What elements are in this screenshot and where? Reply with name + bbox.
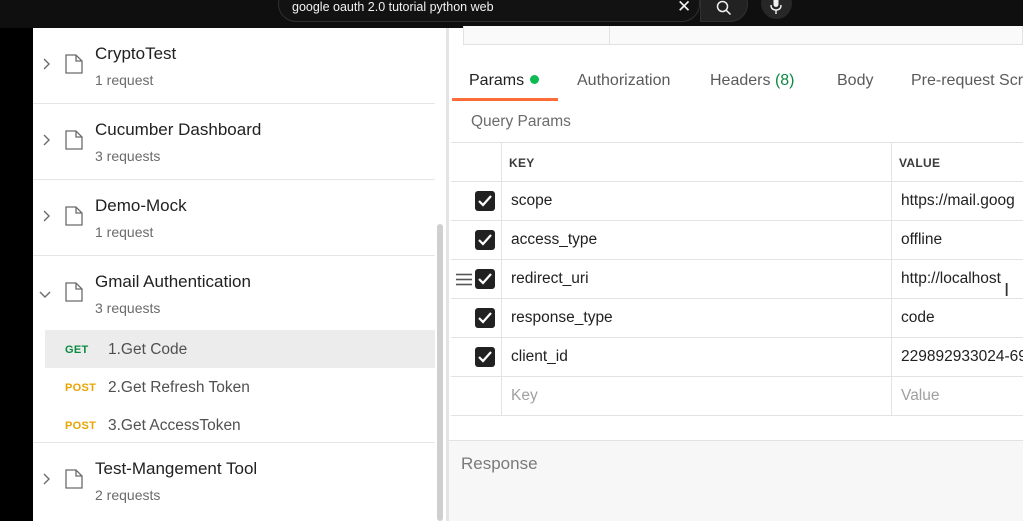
checkmark-icon [478,234,492,246]
active-tab-indicator [452,98,558,101]
request-item-get-access-token[interactable]: POST 3.Get AccessToken [45,406,435,444]
checkmark-icon [478,195,492,207]
collection-gmail-authentication[interactable]: Gmail Authentication 3 requests [33,256,435,332]
param-key[interactable]: client_id [511,348,568,366]
param-value[interactable]: 229892933024-69 [901,348,1023,366]
query-params-title: Query Params [471,113,571,130]
param-value[interactable]: https://mail.goog [901,192,1023,210]
response-title: Response [461,454,538,473]
chevron-right-icon[interactable] [41,58,51,70]
param-checkbox[interactable] [475,230,495,250]
search-query-text: google oauth 2.0 tutorial python web [292,0,494,14]
column-divider [891,143,892,416]
collection-icon [65,469,83,489]
column-key-header: KEY [509,156,535,170]
collection-count: 2 requests [95,487,161,503]
microphone-icon [770,0,782,14]
param-checkbox[interactable] [475,269,495,289]
chevron-right-icon[interactable] [41,473,51,485]
collection-cryptotest[interactable]: CryptoTest 1 request [33,28,435,104]
tab-headers[interactable]: Headers (8) [710,72,795,90]
collection-name: Test-Mangement Tool [95,459,258,478]
params-active-dot [530,75,540,84]
table-row: client_id 229892933024-69 [451,338,1023,377]
close-icon[interactable]: ✕ [677,0,691,15]
checkmark-icon [478,351,492,363]
collection-test-mangement-tool[interactable]: Test-Mangement Tool 2 requests [33,442,435,518]
collections-sidebar: CryptoTest 1 request Cucumber Dashboard … [33,28,446,521]
collection-name: Gmail Authentication [95,272,251,291]
query-params-table: KEY VALUE scope https://mail.goog access… [451,142,1023,416]
param-key[interactable]: redirect_uri [511,270,589,288]
collection-icon [65,54,83,74]
text-cursor-icon: I [1004,280,1010,301]
method-badge: POST [65,420,97,432]
param-checkbox[interactable] [475,191,495,211]
response-pane [449,441,1023,521]
search-button[interactable] [700,0,748,22]
search-input[interactable]: google oauth 2.0 tutorial python web ✕ [278,0,700,22]
request-item-get-refresh-token[interactable]: POST 2.Get Refresh Token [45,368,435,406]
request-name: 2.Get Refresh Token [108,379,250,396]
method-badge: POST [65,382,97,394]
checkmark-icon [478,312,492,324]
table-row: access_type offline [451,221,1023,260]
video-top-bar: google oauth 2.0 tutorial python web ✕ [0,0,1023,28]
table-row: redirect_uri http://localhost [451,260,1023,299]
collection-icon [65,130,83,150]
param-key[interactable]: scope [511,192,552,210]
collection-cucumber-dashboard[interactable]: Cucumber Dashboard 3 requests [33,104,435,180]
collection-name: CryptoTest [95,44,177,63]
collection-icon [65,206,83,226]
left-black-strip [0,28,33,521]
tab-pre-request-script[interactable]: Pre-request Scri [911,72,1023,90]
sidebar-scrollbar[interactable] [437,224,443,521]
param-checkbox[interactable] [475,308,495,328]
voice-search-button[interactable] [761,0,792,19]
table-row: response_type code [451,299,1023,338]
table-row-empty: Key Value [451,377,1023,416]
param-checkbox[interactable] [475,347,495,367]
collection-name: Cucumber Dashboard [95,120,262,139]
search-icon [716,0,732,16]
chevron-down-icon[interactable] [39,289,51,299]
tab-params-label: Params [469,72,525,89]
collection-count: 1 request [95,72,154,88]
column-value-header: VALUE [899,156,941,170]
collection-count: 3 requests [95,148,161,164]
new-value-input[interactable]: Value [901,387,1023,405]
method-badge: GET [65,344,89,356]
tab-authorization[interactable]: Authorization [577,72,670,90]
method-separator [609,26,610,44]
param-value[interactable]: offline [901,231,1023,249]
collection-demo-mock[interactable]: Demo-Mock 1 request [33,180,435,256]
checkmark-icon [478,273,492,285]
chevron-right-icon[interactable] [41,134,51,146]
request-item-get-code[interactable]: GET 1.Get Code [45,330,435,368]
request-name: 3.Get AccessToken [108,417,241,434]
param-key[interactable]: response_type [511,309,613,327]
url-input[interactable] [463,26,1023,45]
collection-count: 3 requests [95,300,161,316]
tab-headers-label: Headers [710,72,771,89]
table-row: scope https://mail.goog [451,182,1023,221]
tab-body[interactable]: Body [837,72,873,90]
collection-icon [65,282,83,302]
drag-handle-icon[interactable] [456,273,472,286]
param-key[interactable]: access_type [511,231,597,249]
table-header: KEY VALUE [451,143,1023,182]
tab-params[interactable]: Params [469,72,540,90]
request-editor: Params Authorization Headers (8) Body Pr… [449,26,1023,521]
new-key-input[interactable]: Key [511,387,538,405]
request-name: 1.Get Code [108,341,188,358]
collection-name: Demo-Mock [95,196,187,215]
column-divider [501,143,502,416]
collection-count: 1 request [95,224,154,240]
headers-count: (8) [774,72,795,89]
param-value[interactable]: code [901,309,1023,327]
chevron-right-icon[interactable] [41,210,51,222]
